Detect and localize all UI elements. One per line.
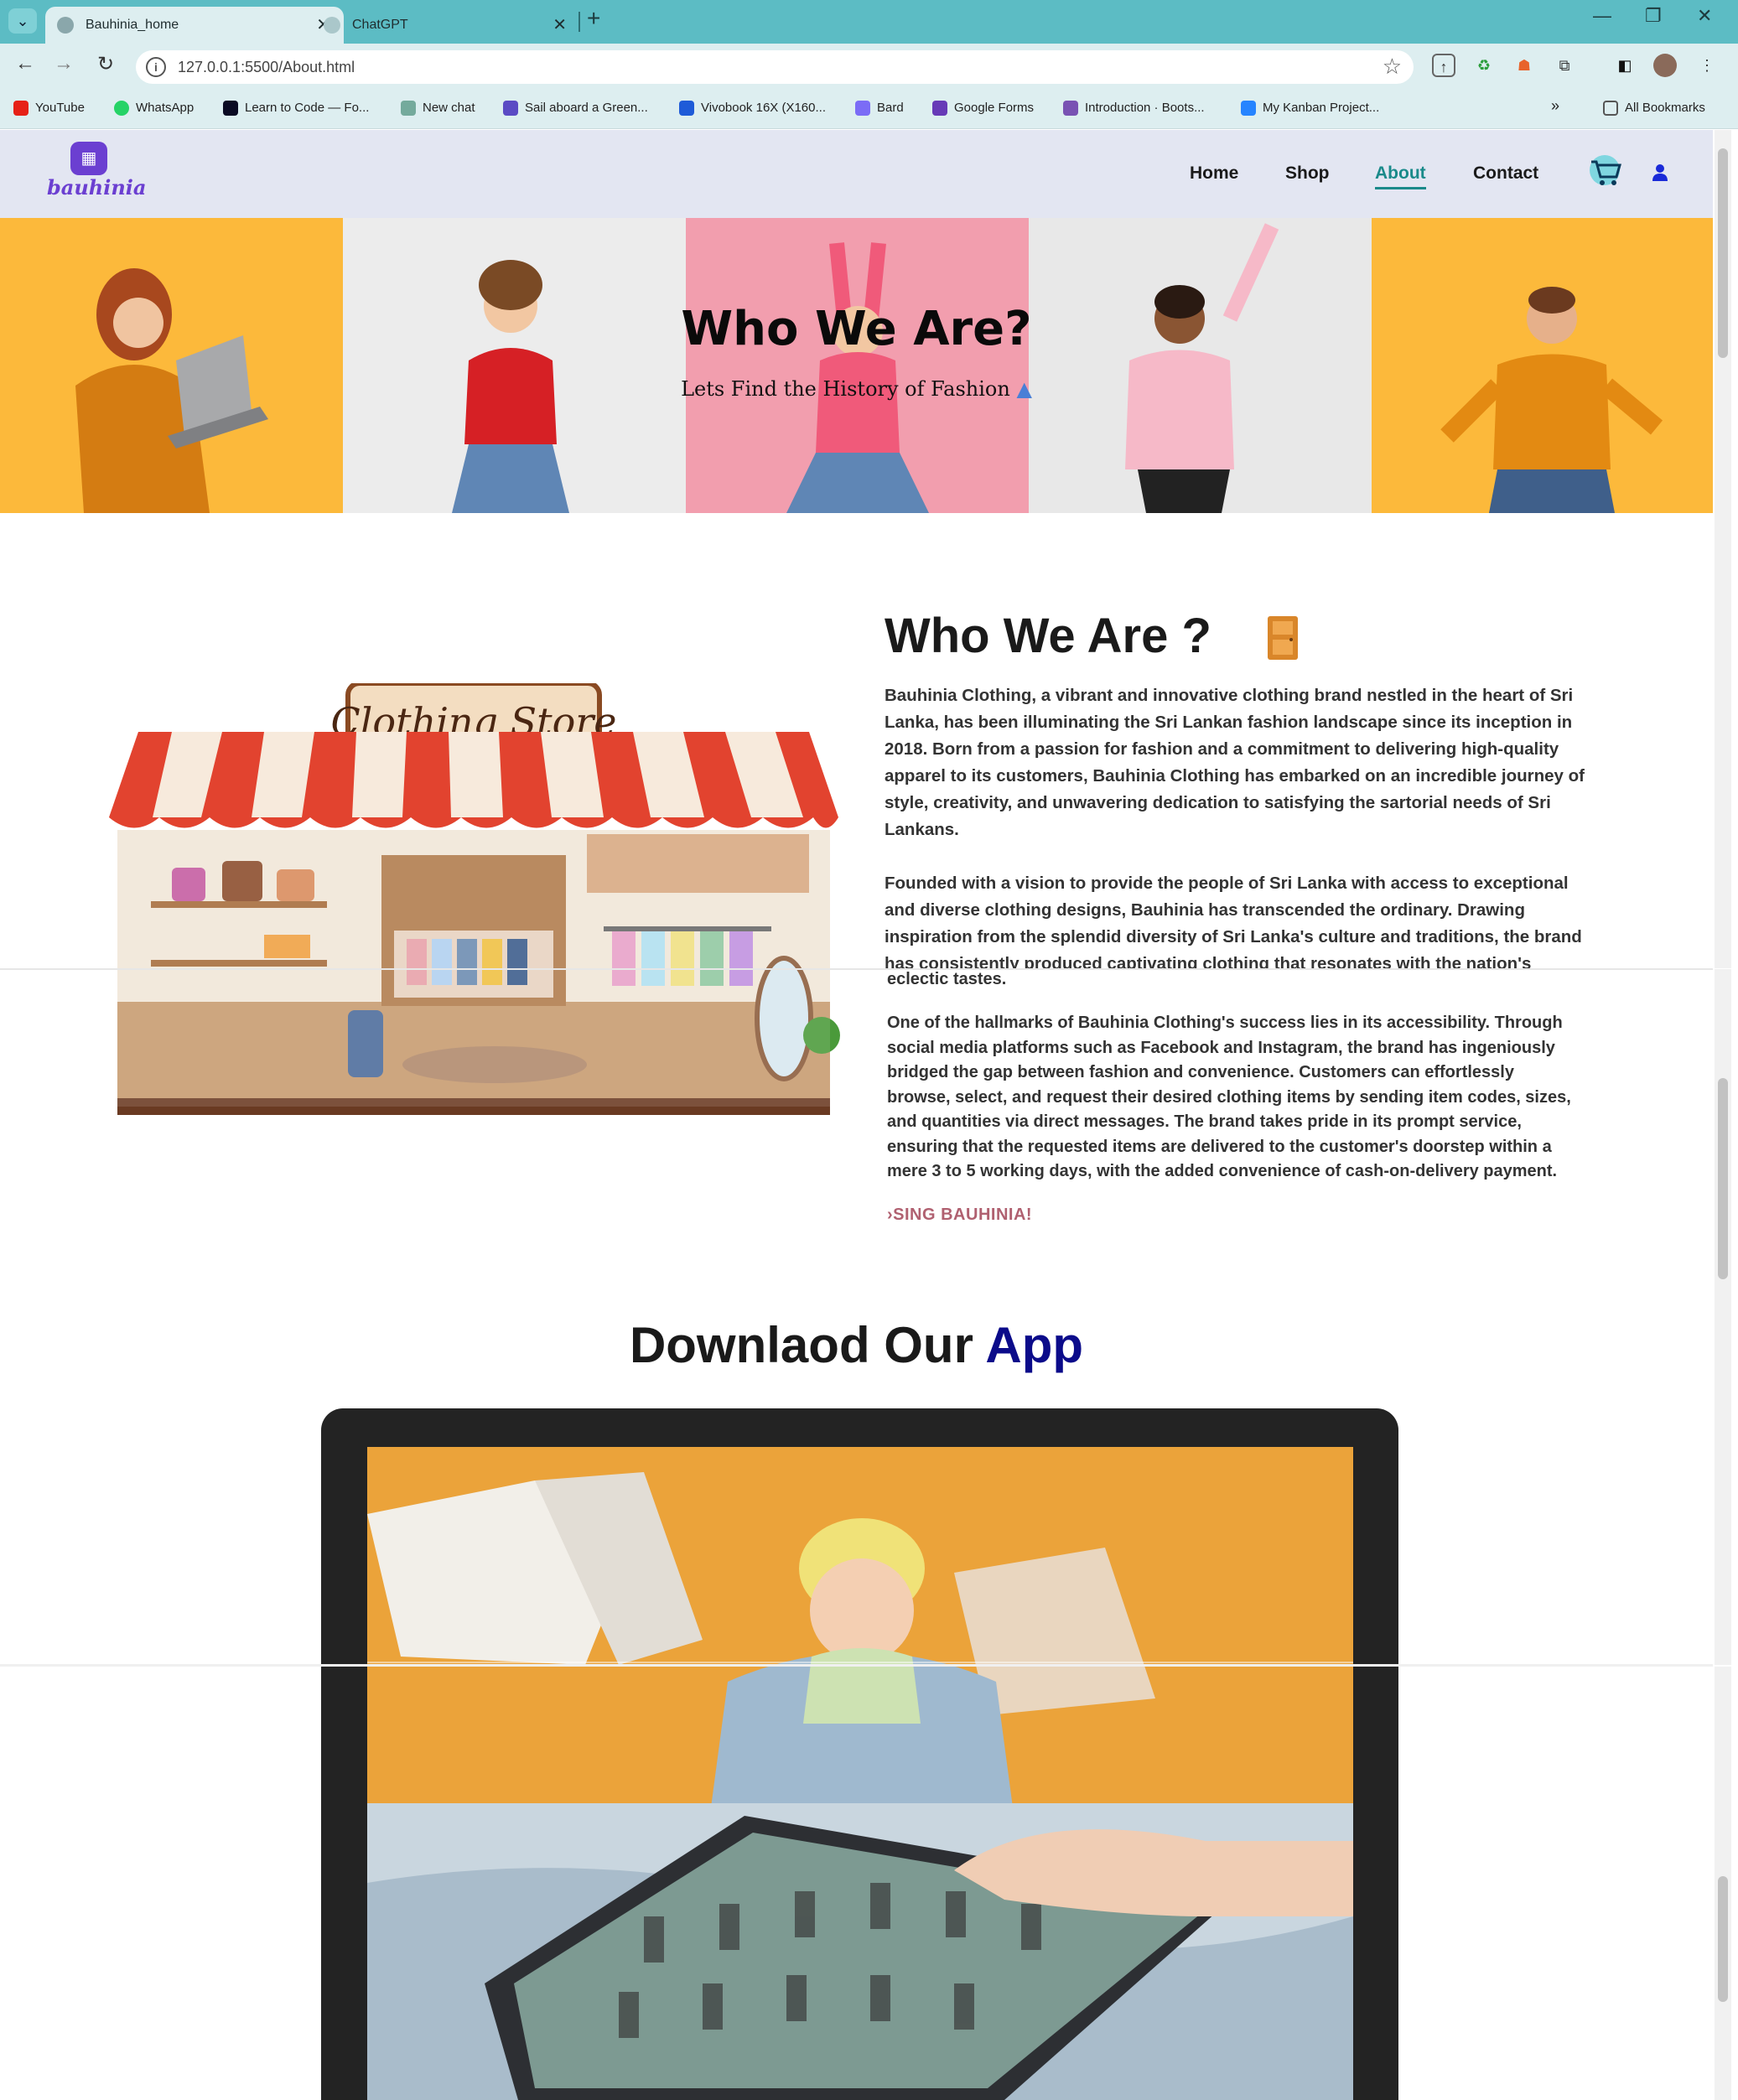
folder-icon — [1603, 101, 1618, 117]
back-button[interactable]: ← — [10, 52, 40, 75]
scrollbar-thumb[interactable] — [1718, 1078, 1728, 1279]
bookmark-kanban[interactable]: My Kanban Project... — [1241, 101, 1379, 117]
globe-icon — [57, 17, 74, 34]
address-bar[interactable]: i 127.0.0.1:5500/About.html ☆ — [136, 50, 1414, 84]
extension-orange-icon[interactable]: ☗ — [1512, 54, 1536, 77]
clothing-store-illustration: Clothing Store — [109, 683, 840, 1115]
nav-home[interactable]: Home — [1190, 163, 1238, 184]
bard-icon — [855, 101, 870, 117]
about-paragraph-3: One of the hallmarks of Bauhinia Clothin… — [887, 1014, 1571, 1180]
hero-photo-woman-jumping — [686, 218, 1029, 513]
tab-chatgpt[interactable]: ChatGPT ✕ — [312, 7, 580, 44]
user-icon[interactable] — [1652, 163, 1668, 182]
tablet-device-frame — [321, 1408, 1398, 2100]
hero-subtitle: Lets Find the History of Fashion ▲ — [681, 377, 1032, 401]
url-text: 127.0.0.1:5500/About.html — [178, 59, 355, 75]
new-tab-button[interactable]: + — [587, 5, 600, 32]
all-bookmarks-button[interactable]: All Bookmarks — [1603, 101, 1705, 117]
google-forms-icon — [932, 101, 947, 117]
hero-banner: Who We Are? Lets Find the History of Fas… — [0, 218, 1713, 513]
forward-button[interactable]: → — [49, 52, 79, 75]
about-paragraph-2: Founded with a vision to provide the peo… — [885, 874, 1582, 969]
restore-button[interactable]: ❐ — [1645, 5, 1662, 27]
bookmark-star-icon[interactable]: ☆ — [1383, 54, 1402, 80]
about-paragraph-1: Bauhinia Clothing, a vibrant and innovat… — [885, 686, 1585, 839]
bookmark-bootstrap[interactable]: Introduction · Boots... — [1063, 101, 1205, 117]
hero-photo-woman-laptop — [0, 218, 343, 513]
bookmark-vivobook[interactable]: Vivobook 16X (X160... — [679, 101, 826, 117]
extension-icon[interactable]: ↑ — [1432, 54, 1455, 77]
bookmark-bard[interactable]: Bard — [855, 101, 904, 117]
browser-toolbar: ← → ↻ i 127.0.0.1:5500/About.html ☆ ↑ ♻ … — [0, 44, 1738, 91]
logo-text[interactable]: bauhinia — [47, 175, 146, 200]
bookmark-sail-aboard[interactable]: Sail aboard a Green... — [503, 101, 648, 117]
chatgpt-icon — [324, 17, 340, 34]
nav-shop[interactable]: Shop — [1285, 163, 1330, 184]
tab-search-button[interactable]: ⌄ — [8, 8, 37, 34]
close-tab-icon[interactable]: ✕ — [553, 7, 567, 44]
store-logo-icon[interactable]: ▦ — [70, 142, 107, 175]
dress-icon: ▲ — [1016, 377, 1032, 401]
site-header: ▦ bauhinia Home Shop About Contact — [0, 130, 1713, 218]
browser-tab-bar: ⌄ Bauhinia_home ✕ ChatGPT ✕ + — ❐ ✕ — [0, 0, 1738, 44]
youtube-icon — [13, 101, 29, 117]
hero-photo-man-jumping — [1029, 218, 1372, 513]
close-window-button[interactable]: ✕ — [1697, 5, 1712, 27]
about-title: Who We Are ? — [885, 609, 1211, 663]
about-paragraph-2-tail: eclectic tastes. — [887, 970, 1007, 988]
tab-title: ChatGPT — [352, 18, 408, 32]
bookmark-youtube[interactable]: YouTube — [13, 101, 85, 117]
scrollbar-thumb[interactable] — [1718, 1876, 1728, 2002]
bookmark-new-chat[interactable]: New chat — [401, 101, 475, 117]
download-app-title: Downlaod Our App — [629, 1317, 1084, 1373]
choosing-bauhinia-link[interactable]: ›SING BAUHINIA! — [887, 1206, 1032, 1225]
bookmark-google-forms[interactable]: Google Forms — [932, 101, 1034, 117]
chatgpt-icon — [401, 101, 416, 117]
tab-title: Bauhinia_home — [86, 18, 179, 32]
freecodecamp-icon — [223, 101, 238, 117]
extensions-puzzle-icon[interactable]: ⧉ — [1553, 54, 1576, 77]
page-scrollbar-segment[interactable] — [1715, 1667, 1731, 2100]
door-icon — [1268, 616, 1298, 660]
nav-about[interactable]: About — [1375, 163, 1426, 189]
menu-dots-icon[interactable]: ⋮ — [1695, 54, 1719, 77]
page-scrollbar[interactable] — [1715, 130, 1731, 968]
side-panel-icon[interactable]: ◧ — [1613, 54, 1637, 77]
hero-photo-man-dancing — [1372, 218, 1713, 513]
asus-icon — [679, 101, 694, 117]
reload-button[interactable]: ↻ — [91, 52, 121, 76]
bookmark-whatsapp[interactable]: WhatsApp — [114, 101, 194, 117]
scrollbar-thumb[interactable] — [1718, 148, 1728, 358]
hero-title: Who We Are? — [681, 302, 1032, 356]
form-icon — [503, 101, 518, 117]
jira-icon — [1241, 101, 1256, 117]
bookmarks-bar: YouTube WhatsApp Learn to Code — Fo... N… — [0, 91, 1738, 129]
profile-avatar[interactable] — [1653, 54, 1677, 77]
tab-bauhinia-home[interactable]: Bauhinia_home ✕ — [45, 7, 344, 44]
cart-icon[interactable] — [1588, 155, 1625, 189]
site-info-icon[interactable]: i — [146, 57, 166, 77]
page-scrollbar-segment[interactable] — [1715, 969, 1731, 1665]
more-bookmarks-button[interactable]: » — [1551, 97, 1559, 115]
app-preview-photo — [367, 1447, 1353, 2100]
nav-contact[interactable]: Contact — [1473, 163, 1538, 184]
extension-green-icon[interactable]: ♻ — [1472, 54, 1496, 77]
minimize-button[interactable]: — — [1593, 5, 1611, 27]
app-preview-screen — [367, 1447, 1353, 2100]
tab-divider — [578, 12, 580, 32]
hero-photo-woman-headphones — [343, 218, 686, 513]
screenshot-seam — [0, 968, 1713, 970]
screenshot-seam — [0, 1664, 1713, 1667]
bootstrap-icon — [1063, 101, 1078, 117]
whatsapp-icon — [114, 101, 129, 117]
bookmark-freecodecamp[interactable]: Learn to Code — Fo... — [223, 101, 369, 117]
